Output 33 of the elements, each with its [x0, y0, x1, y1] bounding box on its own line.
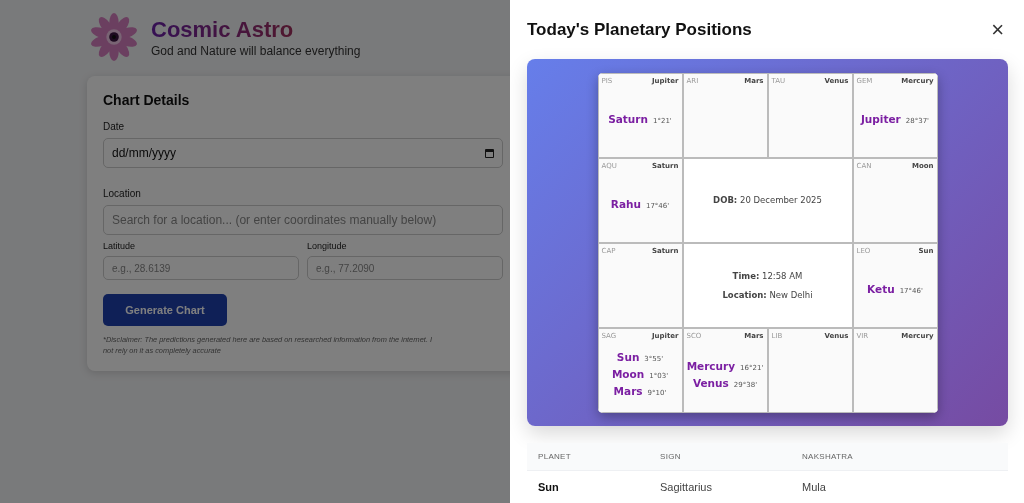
modal-title: Today's Planetary Positions [527, 19, 752, 40]
column-header: PLANET [538, 452, 572, 461]
field-label: Longitude [307, 241, 348, 251]
planet-name: Moon [611, 368, 645, 380]
chart-info-text: Time: 12:58 AM [732, 270, 803, 281]
column-header: SIGN [660, 452, 682, 461]
planet-name: Sun [616, 351, 640, 363]
table-cell-text: Sun [538, 481, 560, 493]
planet-name: Ketu [867, 283, 895, 295]
tagline: God and Nature will balance everything [151, 43, 361, 58]
planet-name: Mars [613, 385, 643, 397]
field-label: Location [103, 188, 142, 199]
planet-name: Mercury [686, 359, 736, 372]
planet-name: Venus [692, 376, 729, 389]
table-cell-text: Sagittarius [660, 481, 713, 493]
chart-info-text: DOB: 20 December 2025 [713, 195, 822, 205]
planet-name: Jupiter [860, 113, 901, 125]
field-label: Date [103, 121, 126, 132]
flower-logo-icon [90, 13, 138, 61]
field-label: Latitude [103, 241, 137, 251]
generate-chart-button[interactable]: Generate Chart [103, 294, 227, 326]
column-header: NAKSHATRA [802, 452, 853, 461]
close-button[interactable]: × [987, 18, 1008, 41]
longitude-field[interactable]: e.g., 77.2090 [307, 256, 503, 280]
chart-info-text: Location: New Delhi [722, 289, 813, 300]
latitude-field[interactable]: e.g., 28.6139 [103, 256, 299, 280]
table-cell: Mula [802, 481, 826, 493]
card-title: Chart Details [103, 92, 191, 108]
location-search-field[interactable]: Search for a location... (or enter coordinates manually below) [103, 205, 503, 235]
planet-name: Rahu [610, 198, 641, 210]
planet-name: Saturn [608, 113, 648, 125]
date-field[interactable]: dd/mm/yyyy [103, 138, 503, 168]
calendar-icon[interactable] [485, 148, 494, 158]
